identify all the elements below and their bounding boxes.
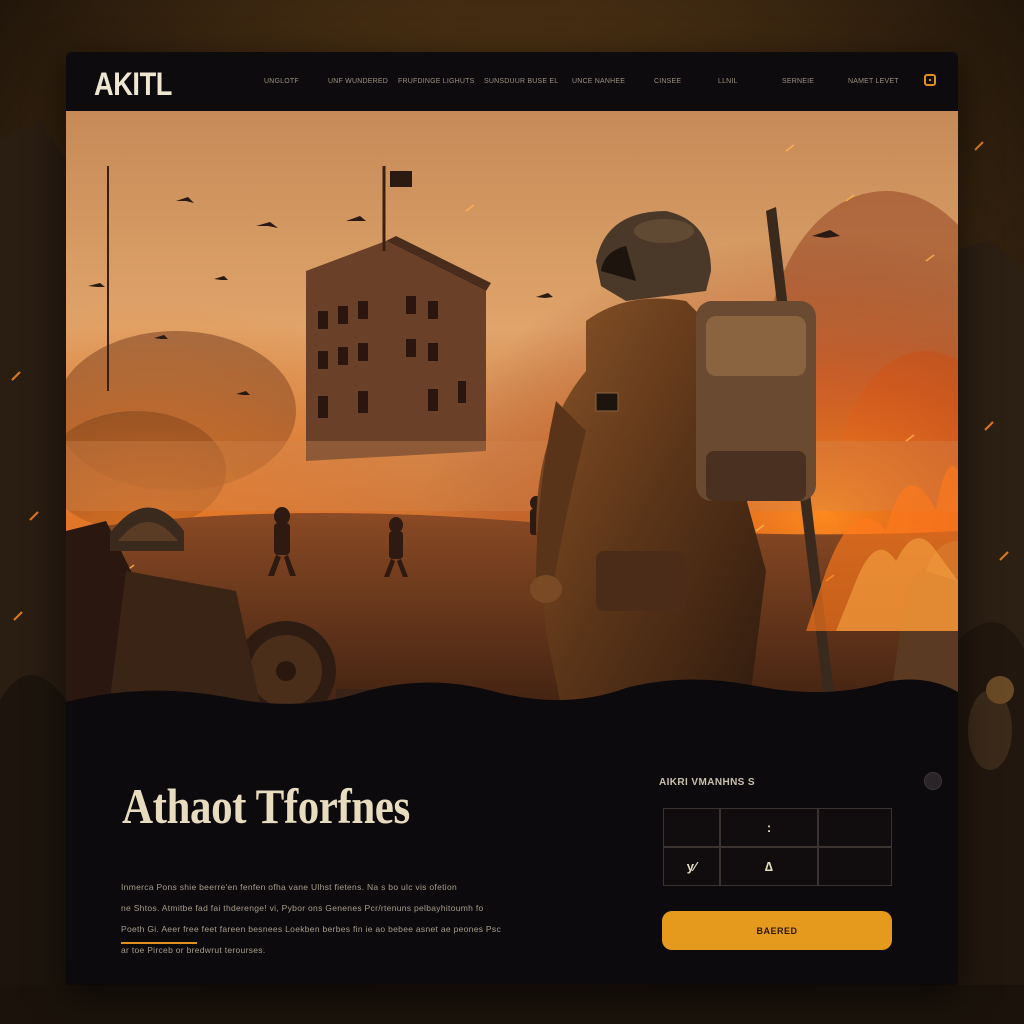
hero-illustration (66, 111, 958, 731)
stat-cell[interactable]: : (720, 808, 818, 847)
description-line: Poeth Gi. Aeer free feet fareen besnees … (121, 924, 501, 934)
description-line: ne Shtos. Atmitbe fad fai thderenge! vi,… (121, 903, 484, 913)
battlefield-scene (66, 111, 958, 731)
stat-grid: : у∕ ∆ (663, 808, 892, 886)
nav-item-8[interactable]: SERNEIE (782, 78, 814, 85)
description-line: Inmerca Pons shie beerre'en fenfen ofha … (121, 882, 458, 892)
hero-description: Inmerca Pons shie beerre'en fenfen ofha … (121, 877, 506, 961)
nav-item-7[interactable]: LLNIL (718, 78, 738, 85)
nav-menu: UNGLOTF UNF WUNDERED FRUFDINGE LIGHUTS S… (256, 52, 899, 111)
stat-cell[interactable]: у∕ (663, 847, 720, 886)
nav-item-3[interactable]: FRUFDINGE LIGHUTS (398, 78, 475, 85)
menu-toggle-icon[interactable] (924, 74, 936, 86)
nav-item-1[interactable]: UNGLOTF (264, 78, 299, 85)
nav-item-2[interactable]: UNF WUNDERED (328, 78, 388, 85)
stat-cell[interactable] (663, 808, 720, 847)
wave-divider (66, 679, 958, 732)
nav-item-4[interactable]: SUNSDUUR BUSE EL (484, 78, 558, 85)
stat-cell[interactable] (818, 808, 892, 847)
nav-item-5[interactable]: UNCE NANHEE (572, 78, 625, 85)
panel-title: AIKRI VMANHNS S (659, 777, 756, 788)
nav-item-9[interactable]: NAMET LEVET (848, 78, 899, 85)
cta-button[interactable]: BAERED (662, 911, 892, 950)
stat-cell[interactable] (818, 847, 892, 886)
accent-divider (121, 942, 197, 944)
nav-item-6[interactable]: CINSEE (654, 78, 681, 85)
stat-cell[interactable]: ∆ (720, 847, 818, 886)
app-window: AKITL UNGLOTF UNF WUNDERED FRUFDINGE LIG… (66, 52, 958, 984)
brand-logo[interactable]: AKITL (94, 66, 172, 103)
content-section: Athaot Tforfnes Inmerca Pons shie beerre… (66, 679, 958, 984)
top-navbar: AKITL UNGLOTF UNF WUNDERED FRUFDINGE LIG… (66, 52, 958, 111)
hero-headline: Athaot Tforfnes (122, 778, 410, 834)
scroll-indicator[interactable] (924, 772, 942, 790)
